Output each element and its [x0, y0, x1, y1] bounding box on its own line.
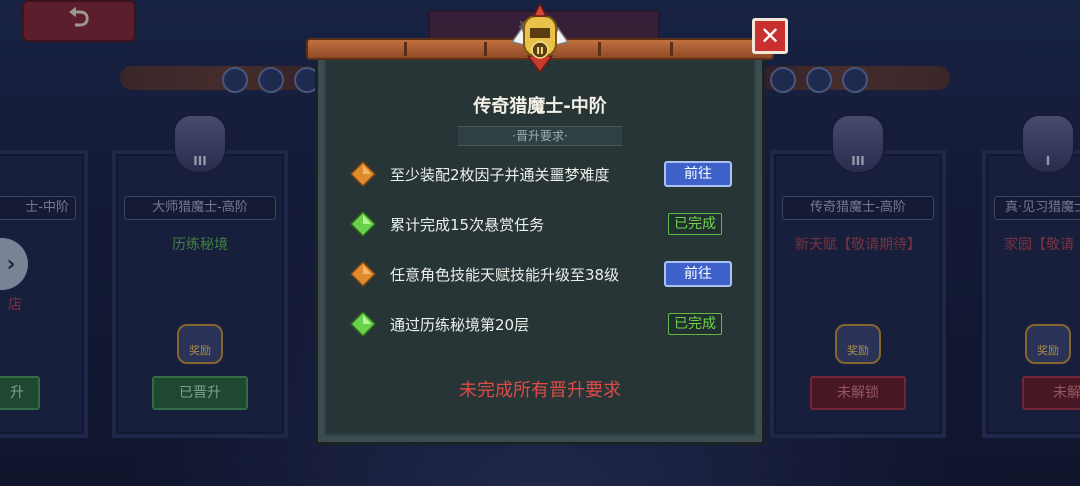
completed-badge: 已完成 [668, 313, 722, 335]
svg-text:II: II [536, 46, 543, 57]
requirement-row: 通过历练秘境第20层 已完成 [350, 310, 750, 338]
orange-diamond-icon [350, 161, 376, 187]
requirement-text: 至少装配2枚因子并通关噩梦难度 [390, 165, 610, 184]
requirement-text: 通过历练秘境第20层 [390, 315, 530, 334]
completed-badge: 已完成 [668, 213, 722, 235]
close-button[interactable]: ✕ [752, 18, 788, 54]
go-button[interactable]: 前往 [664, 261, 732, 287]
dialog-title: 传奇猎魔士-中阶 [473, 96, 607, 117]
green-diamond-icon [350, 211, 376, 237]
requirement-row: 至少装配2枚因子并通关噩梦难度 前往 [350, 160, 750, 188]
go-button[interactable]: 前往 [664, 161, 732, 187]
requirement-row: 任意角色技能天赋技能升级至38级 前往 [350, 260, 750, 288]
green-diamond-icon [350, 311, 376, 337]
requirement-row: 累计完成15次悬赏任务 已完成 [350, 210, 750, 238]
promotion-status-text: 未完成所有晋升要求 [459, 380, 621, 401]
requirements-subtitle: ·晋升要求· [458, 126, 622, 146]
requirement-text: 累计完成15次悬赏任务 [390, 215, 545, 234]
orange-diamond-icon [350, 261, 376, 287]
rank-emblem-icon: II [510, 2, 570, 74]
requirement-text: 任意角色技能天赋技能升级至38级 [390, 265, 620, 284]
